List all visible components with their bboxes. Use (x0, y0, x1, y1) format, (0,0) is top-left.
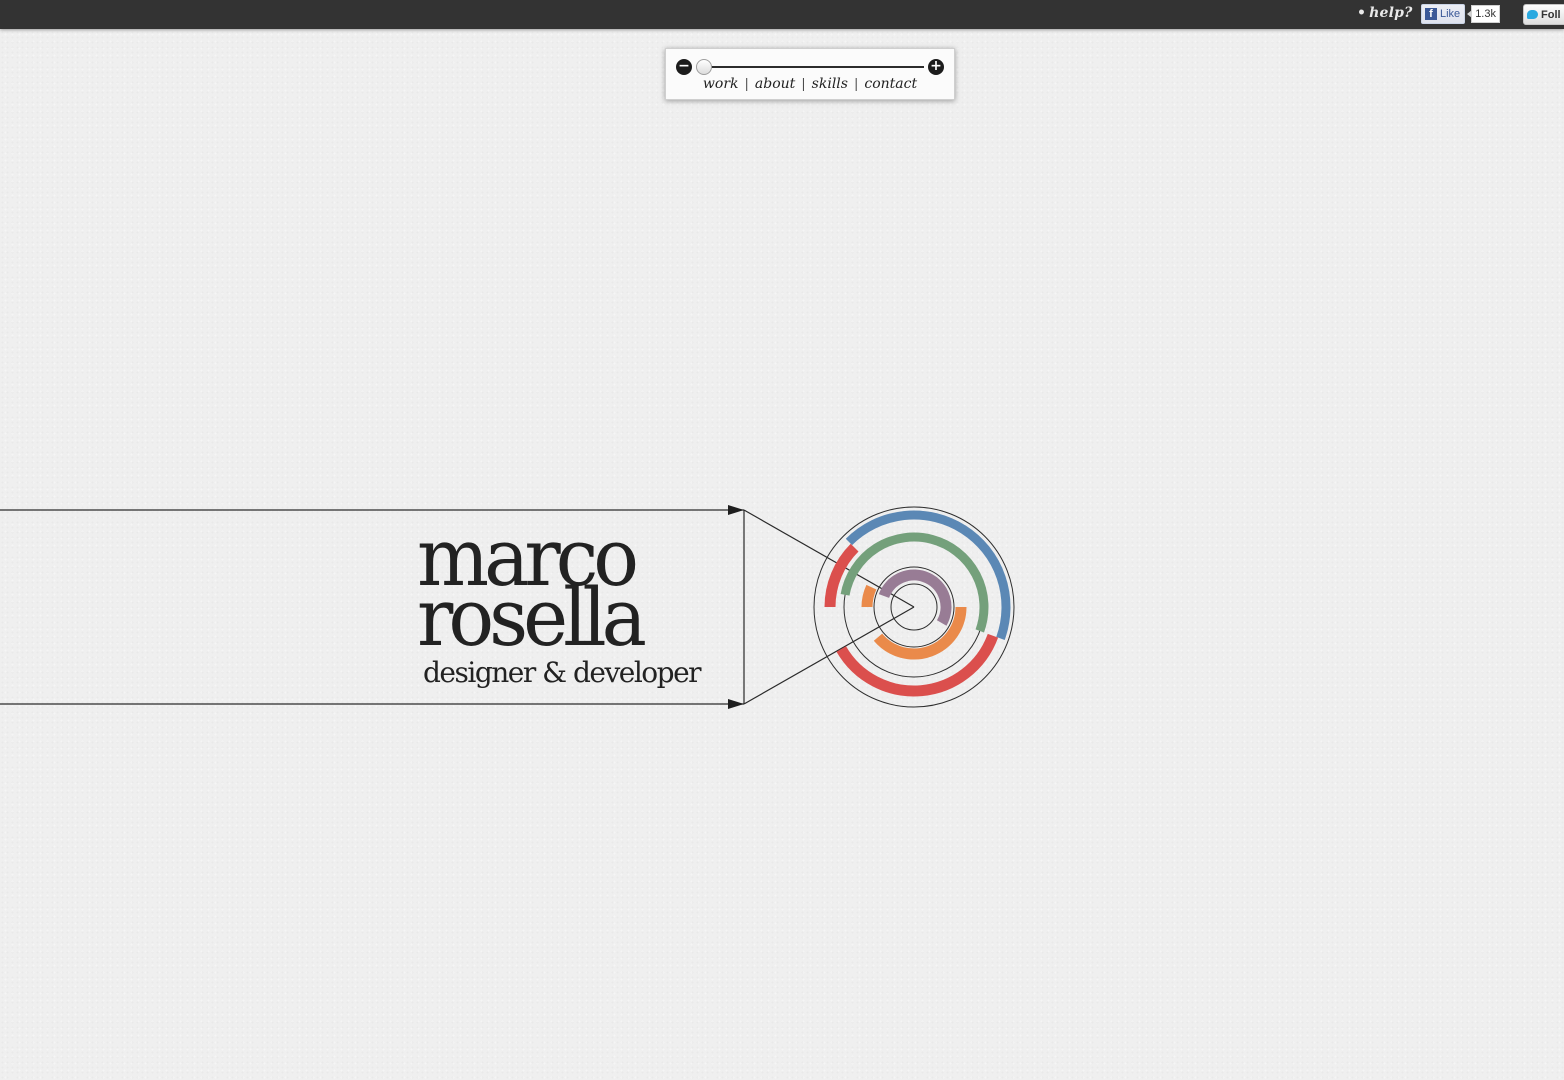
ring-segment-orange-left (861, 584, 877, 608)
hero-graphic (0, 505, 1015, 709)
site-logo: marco rosella designer & developer (417, 517, 717, 689)
logo-name-line2: rosella (417, 570, 647, 664)
ring-segment-red-outer (836, 633, 999, 697)
arrowhead-top-icon (728, 505, 744, 515)
arrowhead-bottom-icon (728, 699, 744, 709)
